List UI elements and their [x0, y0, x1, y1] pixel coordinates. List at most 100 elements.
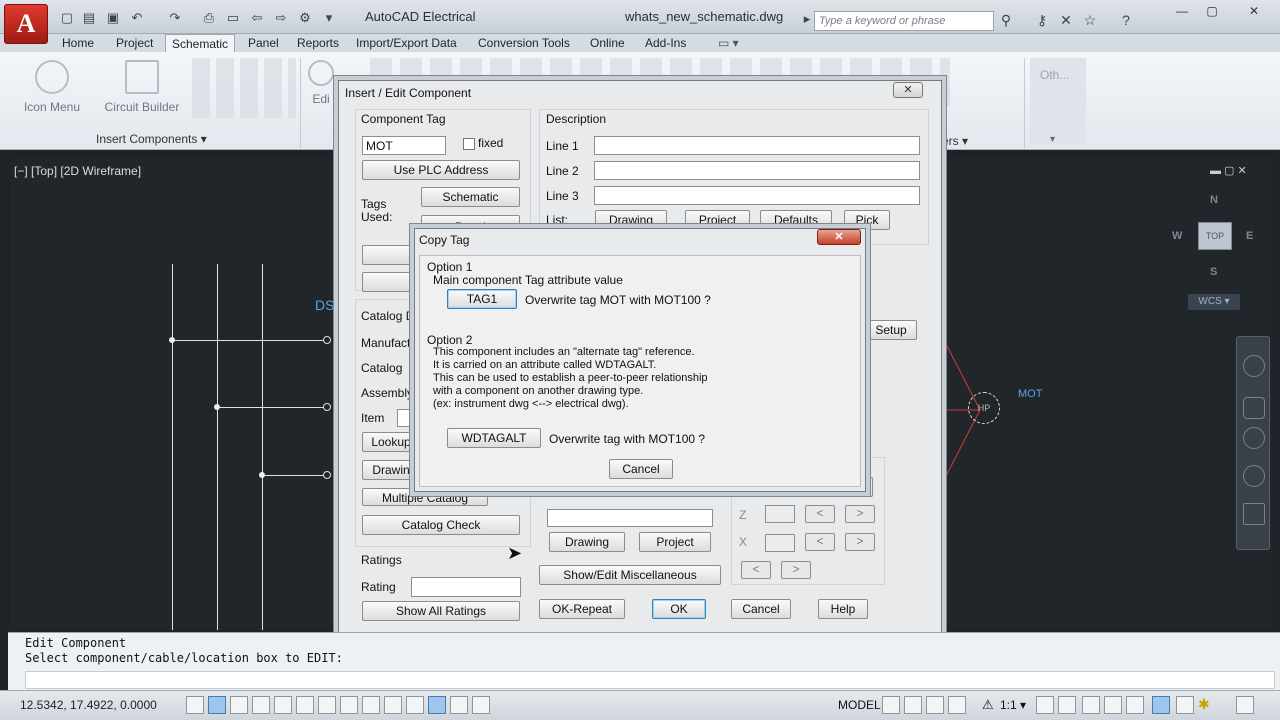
fixed-checkbox[interactable]: [463, 138, 475, 150]
toolbar-lock-icon[interactable]: [1176, 696, 1194, 714]
other-panel[interactable]: Oth... ▾: [1030, 58, 1086, 145]
viewcube-south[interactable]: S: [1210, 266, 1217, 278]
lower-text-field[interactable]: [547, 509, 713, 527]
icon-menu-button[interactable]: Icon Menu: [20, 60, 84, 114]
tab-conversion-tools[interactable]: Conversion Tools: [472, 34, 576, 52]
wcs-menu[interactable]: WCS ▾: [1188, 294, 1240, 310]
pan-icon[interactable]: [1243, 397, 1265, 419]
binoculars-icon[interactable]: ⚲: [996, 10, 1016, 30]
catalog-check-button[interactable]: Catalog Check: [362, 515, 520, 535]
z-next-button[interactable]: >: [845, 505, 875, 523]
line1-field[interactable]: [594, 136, 920, 155]
object-snap-icon[interactable]: [296, 696, 314, 714]
lineweight-icon[interactable]: [406, 696, 424, 714]
show-edit-miscellaneous-button[interactable]: Show/Edit Miscellaneous: [539, 565, 721, 585]
steering-wheel-icon[interactable]: [1243, 355, 1265, 377]
quick-view-drawings-icon[interactable]: [948, 696, 966, 714]
coordinates-display[interactable]: 12.5342, 17.4922, 0.0000: [20, 698, 157, 712]
auto-scale-icon[interactable]: [1058, 696, 1076, 714]
ribbon-options-icon[interactable]: ▭ ▾: [712, 34, 745, 52]
lower-project-button[interactable]: Project: [639, 532, 711, 552]
zoom-icon[interactable]: [1243, 427, 1265, 449]
selection-cycling-icon[interactable]: [472, 696, 490, 714]
x-next-button[interactable]: >: [845, 533, 875, 551]
show-all-ratings-button[interactable]: Show All Ratings: [362, 601, 520, 621]
layout-icon[interactable]: [904, 696, 922, 714]
drawing-catalog-button[interactable]: Drawin: [362, 460, 420, 480]
quick-view-icon[interactable]: [926, 696, 944, 714]
list-pick-button[interactable]: Pick: [844, 210, 890, 230]
x-prev-button[interactable]: <: [805, 533, 835, 551]
annotation-scale[interactable]: 1:1 ▾: [1000, 698, 1026, 712]
edit-button[interactable]: Edi: [306, 60, 336, 106]
tab-import-export[interactable]: Import/Export Data: [350, 34, 463, 52]
panel-tags-button[interactable]: Panel: [421, 215, 520, 229]
wdtagalt-button[interactable]: WDTAGALT: [447, 428, 541, 448]
viewcube-north[interactable]: N: [1210, 194, 1218, 206]
tab-project[interactable]: Project: [110, 34, 159, 52]
showmotion-icon[interactable]: [1243, 503, 1265, 525]
hidden-button[interactable]: [362, 245, 414, 265]
close-dialog-button[interactable]: ✕: [893, 82, 923, 98]
line3-field[interactable]: [594, 186, 920, 205]
z-field[interactable]: [765, 505, 795, 523]
hidden-button[interactable]: [362, 272, 414, 292]
help-button[interactable]: Help: [818, 599, 868, 619]
undo-icon[interactable]: ↶: [128, 9, 146, 27]
tab-online[interactable]: Online: [584, 34, 631, 52]
object-snap-tracking-icon[interactable]: [340, 696, 358, 714]
viewport-window-controls[interactable]: ▬ ▢ ✕: [1210, 164, 1247, 177]
model-space-toggle[interactable]: MODEL: [838, 698, 881, 712]
z-prev-button[interactable]: <: [805, 505, 835, 523]
new-file-icon[interactable]: ▢: [58, 9, 76, 27]
lightbulb-icon[interactable]: ✱: [1198, 696, 1210, 713]
viewport-controls[interactable]: [−] [Top] [2D Wireframe]: [14, 164, 141, 178]
open-file-icon[interactable]: ▤: [80, 9, 98, 27]
grid-display-icon[interactable]: [230, 696, 248, 714]
forward-arrow-icon[interactable]: ⇨: [272, 9, 290, 27]
key-icon[interactable]: ⚷: [1032, 10, 1052, 30]
dynamic-ucs-icon[interactable]: [362, 696, 380, 714]
application-menu-button[interactable]: A: [4, 4, 48, 44]
maximize-icon[interactable]: ▢: [1198, 2, 1226, 20]
lower-drawing-button[interactable]: Drawing: [549, 532, 625, 552]
polar-tracking-icon[interactable]: [274, 696, 292, 714]
star-icon[interactable]: ☆: [1080, 10, 1100, 30]
settings-icon[interactable]: ⚙: [296, 9, 314, 27]
pin-next-button[interactable]: >: [781, 561, 811, 579]
list-project-button[interactable]: Project: [685, 210, 750, 230]
annotation-scale-icon[interactable]: ⚠: [982, 697, 994, 713]
search-input[interactable]: Type a keyword or phrase: [814, 11, 994, 31]
transparency-icon[interactable]: [428, 696, 446, 714]
rating-field[interactable]: [411, 577, 521, 597]
close-window-icon[interactable]: ✕: [1234, 2, 1274, 20]
chevron-down-icon[interactable]: ▾: [320, 9, 338, 27]
motor-symbol-icon[interactable]: HP: [968, 392, 1000, 424]
snap-mode-icon[interactable]: [208, 696, 226, 714]
viewcube-east[interactable]: E: [1246, 230, 1253, 242]
copy-tag-cancel-button[interactable]: Cancel: [609, 459, 673, 479]
schematic-tags-button[interactable]: Schematic: [421, 187, 520, 207]
ok-button[interactable]: OK: [652, 599, 706, 619]
save-icon[interactable]: ▣: [104, 9, 122, 27]
exchange-icon[interactable]: ✕: [1056, 10, 1076, 30]
ok-repeat-button[interactable]: OK-Repeat: [539, 599, 625, 619]
isolate-objects-icon[interactable]: [1152, 696, 1170, 714]
tab-panel[interactable]: Panel: [242, 34, 285, 52]
insert-tools-icons[interactable]: [192, 58, 296, 118]
use-plc-address-button[interactable]: Use PLC Address: [362, 160, 520, 180]
lock-icon[interactable]: [1104, 696, 1122, 714]
insert-components-panel-title[interactable]: Insert Components ▾: [96, 132, 207, 146]
lookup-button[interactable]: Lookup: [362, 432, 420, 452]
ortho-mode-icon[interactable]: [252, 696, 270, 714]
quick-properties-icon[interactable]: [450, 696, 468, 714]
setup-button[interactable]: Setup: [865, 320, 917, 340]
folder-icon[interactable]: ▭: [224, 9, 242, 27]
list-drawing-button[interactable]: Drawing: [595, 210, 667, 230]
back-arrow-icon[interactable]: ⇦: [248, 9, 266, 27]
dynamic-input-icon[interactable]: [384, 696, 402, 714]
viewcube-top-face[interactable]: TOP: [1198, 222, 1232, 250]
command-input[interactable]: [25, 671, 1275, 689]
component-tag-field[interactable]: MOT: [362, 136, 446, 155]
close-copy-tag-button[interactable]: ✕: [817, 229, 861, 245]
